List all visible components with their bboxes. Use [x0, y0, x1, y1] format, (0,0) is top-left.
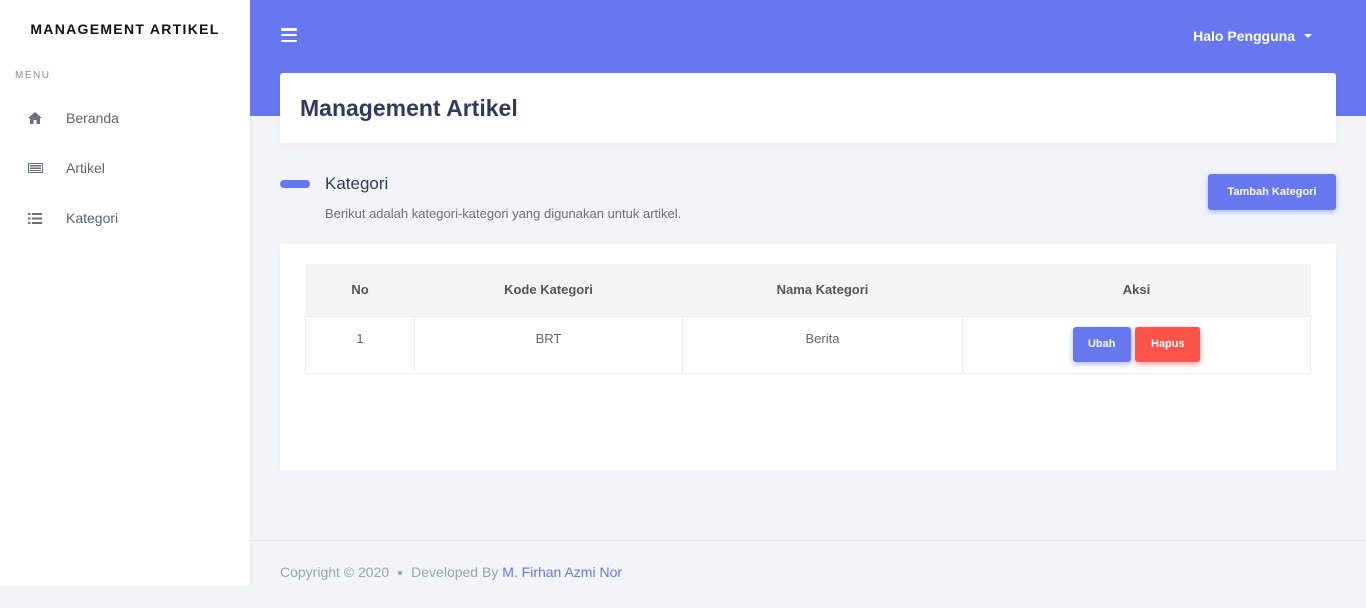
sidebar: MANAGEMENT ARTIKEL MENU Beranda Artikel …: [0, 0, 250, 586]
add-category-button[interactable]: Tambah Kategori: [1208, 174, 1336, 210]
table-row: 1 BRT Berita Ubah Hapus: [305, 315, 1311, 374]
footer-author-link[interactable]: M. Firhan Azmi Nor: [502, 564, 622, 580]
column-header-no: No: [351, 282, 369, 298]
sidebar-item-label: Artikel: [66, 160, 105, 176]
category-card: No Kode Kategori Nama Kategori Aksi 1 BR…: [280, 244, 1336, 470]
cell-no: 1: [305, 315, 415, 374]
section-title-accent: [280, 180, 310, 188]
sidebar-item-beranda[interactable]: Beranda: [0, 93, 250, 143]
user-dropdown[interactable]: Halo Pengguna: [1193, 28, 1312, 44]
sidebar-item-label: Kategori: [66, 210, 119, 226]
caret-down-icon: [1304, 34, 1312, 38]
section-lead: Berikut adalah kategori-kategori yang di…: [325, 206, 682, 221]
footer-developed-by: Developed By: [411, 564, 499, 580]
sidebar-brand[interactable]: MANAGEMENT ARTIKEL: [0, 0, 250, 58]
category-table: No Kode Kategori Nama Kategori Aksi 1 BR…: [305, 264, 1311, 374]
column-header-aksi: Aksi: [1122, 282, 1151, 298]
page-title: Management Artikel: [300, 94, 518, 121]
menu-header: MENU: [15, 70, 51, 81]
section-title: Kategori: [325, 174, 389, 193]
footer-copyright: Copyright © 2020: [280, 564, 390, 580]
footer: Copyright © 2020 Developed By M. Firhan A…: [250, 540, 1366, 608]
page-header: Management Artikel: [280, 73, 1336, 143]
column-header-nama: Nama Kategori: [776, 282, 869, 298]
list-icon: [27, 211, 43, 225]
delete-button[interactable]: Hapus: [1135, 326, 1201, 362]
sidebar-item-kategori[interactable]: Kategori: [0, 193, 250, 243]
column-header-kode: Kode Kategori: [504, 282, 593, 298]
sidebar-item-artikel[interactable]: Artikel: [0, 143, 250, 193]
newspaper-icon: [27, 161, 43, 175]
bullet-separator: [398, 571, 403, 576]
user-greeting: Halo Pengguna: [1193, 28, 1295, 44]
home-icon: [27, 111, 43, 125]
edit-button[interactable]: Ubah: [1072, 326, 1131, 362]
hamburger-icon[interactable]: [281, 28, 297, 42]
cell-nama: Berita: [682, 315, 963, 374]
cell-aksi: Ubah Hapus: [962, 315, 1311, 374]
cell-kode: BRT: [414, 315, 683, 374]
sidebar-item-label: Beranda: [66, 110, 119, 126]
table-header-row: No Kode Kategori Nama Kategori Aksi: [305, 264, 1311, 316]
